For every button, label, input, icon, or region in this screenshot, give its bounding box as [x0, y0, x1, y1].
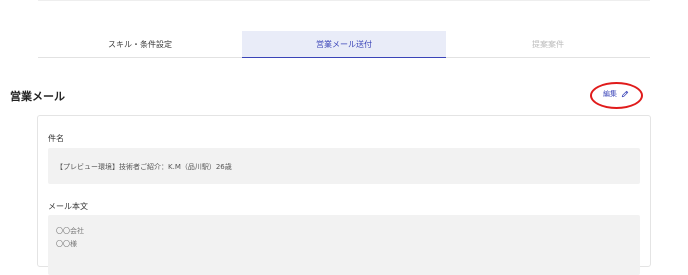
tab-skill-conditions[interactable]: スキル・条件設定 — [38, 31, 242, 57]
tab-sales-email[interactable]: 営業メール送付 — [242, 31, 446, 58]
subject-label: 件名 — [48, 134, 64, 143]
edit-button[interactable]: 編集 — [603, 89, 629, 99]
tab-proposed-projects[interactable]: 提案案件 — [446, 31, 650, 57]
tab-bar: スキル・条件設定 営業メール送付 提案案件 — [38, 31, 650, 58]
email-card: 件名 【プレビュー環境】技術者ご紹介：K.M（品川駅）26歳 メール本文 〇〇会… — [37, 115, 651, 275]
body-line: 〇〇会社 — [56, 227, 84, 235]
top-divider — [38, 0, 650, 1]
section-title: 営業メール — [10, 90, 65, 103]
pencil-icon — [621, 90, 629, 98]
subject-value: 【プレビュー環境】技術者ご紹介：K.M（品川駅）26歳 — [56, 163, 232, 171]
body-label: メール本文 — [48, 202, 88, 211]
edit-label: 編集 — [603, 90, 617, 98]
body-line: 〇〇様 — [56, 240, 77, 248]
subject-field: 【プレビュー環境】技術者ご紹介：K.M（品川駅）26歳 — [48, 148, 640, 184]
body-field: 〇〇会社 〇〇様 — [48, 215, 640, 275]
edit-area: 編集 — [590, 82, 643, 109]
